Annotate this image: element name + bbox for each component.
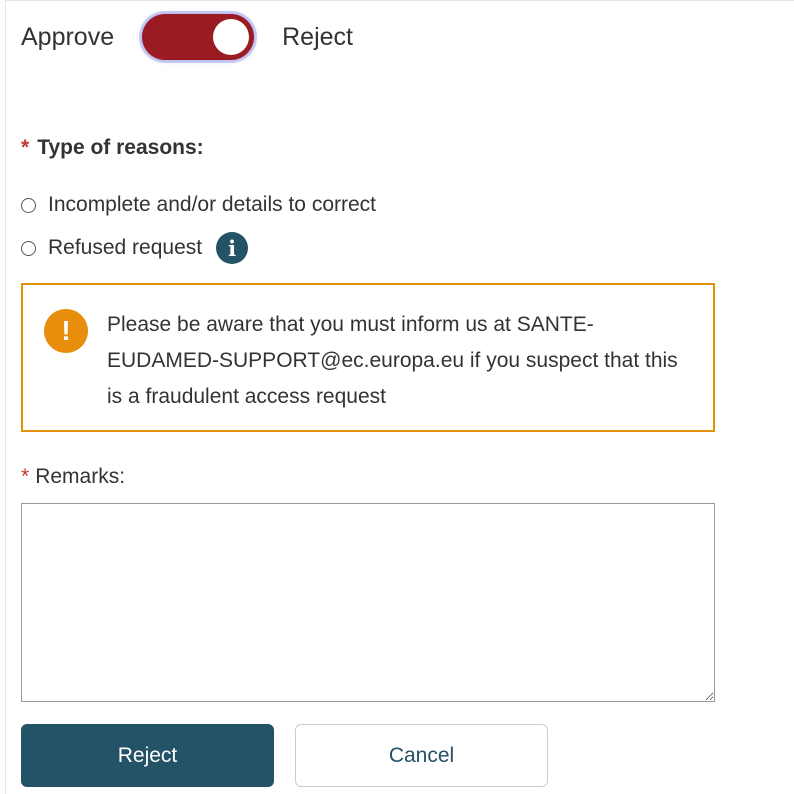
- decision-toggle-row: Approve Reject: [21, 12, 353, 62]
- reason-option-refused[interactable]: Refused request i: [21, 231, 249, 265]
- approve-label: Approve: [21, 22, 115, 51]
- approve-reject-toggle[interactable]: [142, 14, 255, 60]
- toggle-knob[interactable]: [213, 19, 250, 55]
- required-marker: *: [21, 136, 30, 159]
- type-of-reasons-title: Type of reasons:: [37, 136, 204, 159]
- reason-option-incomplete[interactable]: Incomplete and/or details to correct: [21, 192, 376, 218]
- reject-label: Reject: [282, 22, 353, 51]
- warning-text: Please be aware that you must inform us …: [107, 313, 678, 408]
- remarks-textarea[interactable]: [21, 503, 715, 702]
- exclamation-icon: !: [44, 309, 88, 353]
- remarks-label: * Remarks:: [21, 465, 125, 489]
- info-icon[interactable]: i: [216, 232, 249, 264]
- radio-incomplete[interactable]: [21, 197, 36, 213]
- reason-option-label: Incomplete and/or details to correct: [48, 193, 377, 216]
- required-marker: *: [21, 465, 30, 488]
- type-of-reasons-heading: * Type of reasons:: [21, 136, 204, 160]
- remarks-label-text: Remarks:: [35, 465, 126, 488]
- reject-button[interactable]: Reject: [21, 724, 274, 787]
- radio-refused[interactable]: [21, 240, 36, 256]
- reason-option-label: Refused request: [48, 236, 203, 259]
- fraud-warning-box: ! Please be aware that you must inform u…: [21, 283, 715, 432]
- cancel-button[interactable]: Cancel: [295, 724, 548, 787]
